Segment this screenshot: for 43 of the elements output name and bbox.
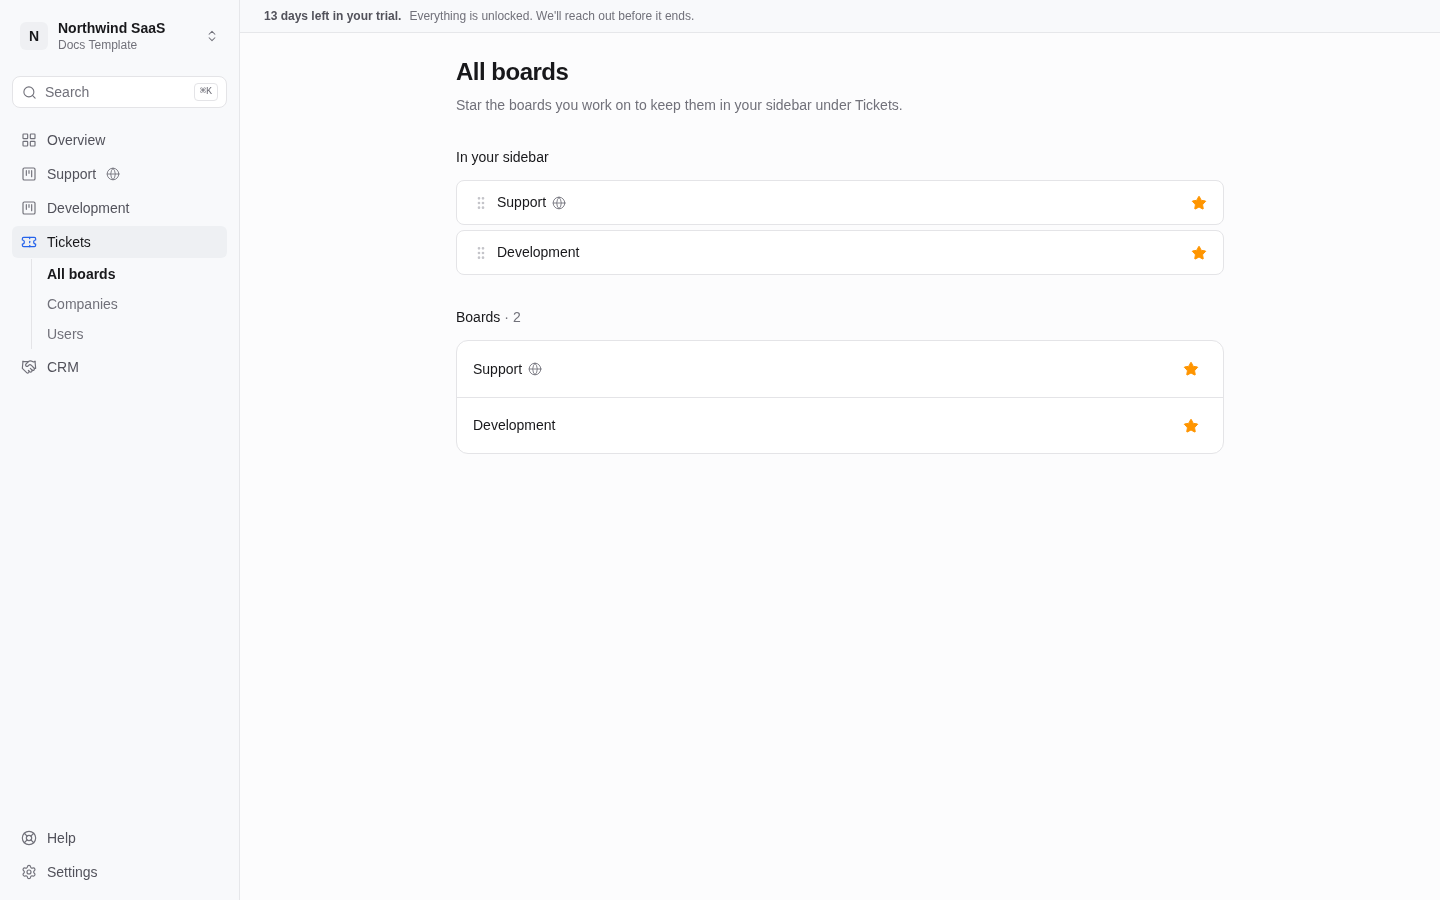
sidebar-board-card[interactable]: Support <box>456 180 1224 225</box>
board-name: Support <box>497 193 547 212</box>
board-name: Development <box>473 416 556 435</box>
board-row[interactable]: Support <box>457 341 1223 397</box>
sidebar-nav-item[interactable]: Overview <box>12 124 227 156</box>
filled-star-icon[interactable] <box>1191 194 1207 211</box>
board-count: · 2 <box>504 308 521 327</box>
page-title: All boards <box>456 57 570 87</box>
sidebar-nav-item[interactable]: Help <box>12 822 227 854</box>
workspace-name: Northwind SaaS <box>58 19 167 37</box>
sidebar-subitem[interactable]: All boards <box>47 259 227 289</box>
shortcut-key: ⌘K <box>193 83 218 101</box>
sidebar-subitem[interactable]: Users <box>47 319 227 349</box>
filled-star-icon[interactable] <box>1191 244 1207 261</box>
board-name: Development <box>497 243 580 262</box>
filled-star-icon[interactable] <box>1183 417 1199 434</box>
sidebar-nav-item[interactable]: Development <box>12 192 227 224</box>
board-row[interactable]: Development <box>457 397 1223 453</box>
section-heading: In your sidebar <box>456 148 550 167</box>
sidebar-nav-item[interactable]: Settings <box>12 856 227 888</box>
sidebar-board-card[interactable]: Development <box>456 230 1224 275</box>
ticket-icon <box>21 234 37 250</box>
settings-icon <box>21 864 37 880</box>
search-input[interactable]: Search <box>45 81 186 103</box>
handshake-icon <box>21 359 37 375</box>
board-name: Support <box>473 359 523 379</box>
sidebar-nav-item[interactable]: Support <box>12 158 227 190</box>
search-field[interactable]: Search ⌘K <box>12 76 227 108</box>
sidebar-nav-item[interactable]: CRM <box>12 351 227 383</box>
workspace-subtitle: Docs Template <box>58 37 139 53</box>
kanban-board-icon <box>21 166 37 182</box>
grid-icon <box>21 132 37 148</box>
kanban-board-icon <box>21 200 37 216</box>
trial-message-text: Everything is unlocked. We'll reach out before it ends. <box>409 8 695 25</box>
search-icon <box>22 84 37 100</box>
filled-star-icon[interactable] <box>1183 361 1199 377</box>
sidebar-subitem[interactable]: Companies <box>47 289 227 319</box>
section-heading: Boards <box>456 308 501 327</box>
lifebuoy-icon <box>21 830 37 846</box>
workspace-avatar: N <box>20 22 48 50</box>
sidebar-nav-item[interactable]: Tickets <box>12 226 227 258</box>
trial-days-text: 13 days left in your trial. <box>264 8 402 25</box>
page-subtitle: Star the boards you work on to keep them in your sidebar under Tickets. <box>456 96 904 115</box>
